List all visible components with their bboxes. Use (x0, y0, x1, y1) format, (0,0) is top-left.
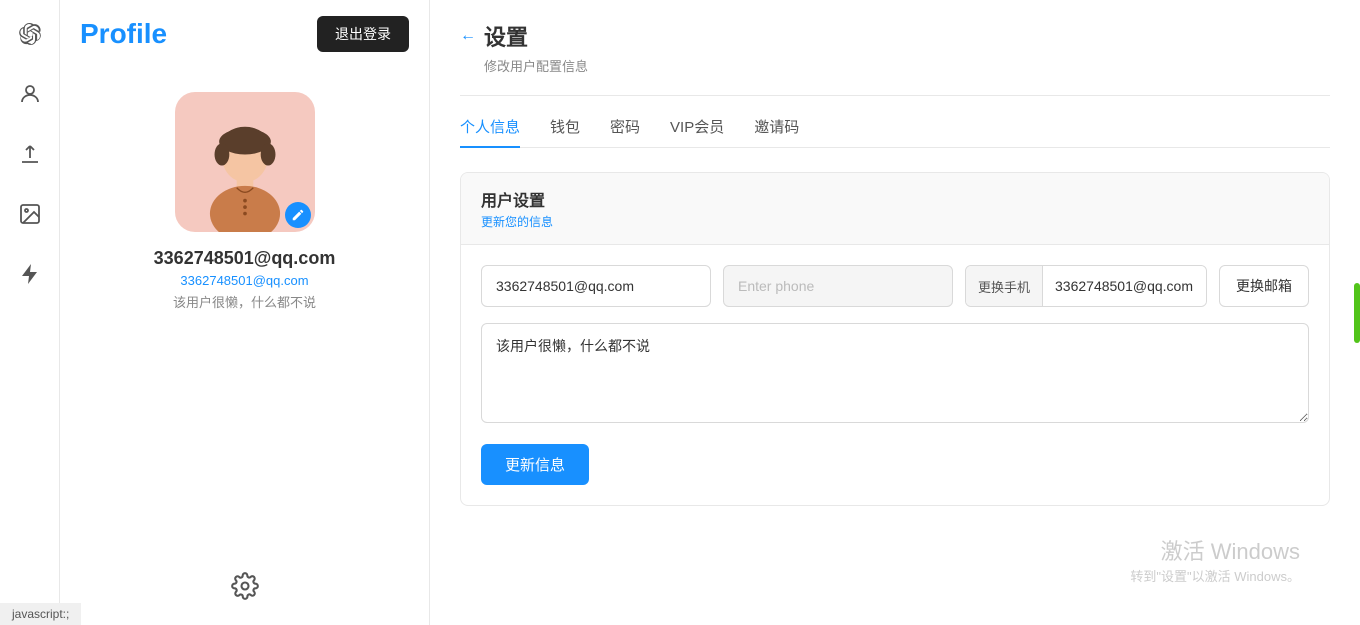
page-header: ← 设置 (460, 20, 1330, 52)
main-content: ← 设置 修改用户配置信息 个人信息 钱包 密码 VIP会员 邀请码 用户设置 … (430, 0, 1360, 625)
tab-invite-code[interactable]: 邀请码 (754, 116, 799, 147)
phone-group-label: 更换手机 (966, 266, 1043, 306)
openai-logo-icon[interactable] (12, 16, 48, 52)
fields-row-top: 更换手机 更换邮箱 (481, 265, 1309, 307)
header-divider (460, 95, 1330, 96)
scroll-indicator (1354, 283, 1360, 343)
tab-wallet[interactable]: 钱包 (550, 116, 580, 147)
sidebar-icons (0, 0, 60, 625)
user-email-sub: 3362748501@qq.com (180, 273, 308, 288)
lightning-icon[interactable] (12, 256, 48, 292)
settings-card-subtitle: 更新您的信息 (481, 213, 1309, 230)
tabs-bar: 个人信息 钱包 密码 VIP会员 邀请码 (460, 116, 1330, 148)
settings-gear-icon[interactable] (231, 572, 259, 605)
status-bar-text: javascript:; (12, 607, 69, 621)
person-icon[interactable] (12, 76, 48, 112)
phone-change-group: 更换手机 (965, 265, 1207, 307)
user-bio: 该用户很懒，什么都不说 (173, 292, 316, 311)
avatar-wrapper (175, 92, 315, 232)
status-bar: javascript:; (0, 603, 81, 625)
tab-password[interactable]: 密码 (610, 116, 640, 147)
left-panel-header: Profile 退出登录 (80, 0, 409, 72)
settings-card-title: 用户设置 (481, 187, 1309, 211)
phone-group-input[interactable] (1043, 266, 1207, 306)
change-email-button[interactable]: 更换邮箱 (1219, 265, 1309, 307)
tab-vip[interactable]: VIP会员 (670, 116, 724, 147)
settings-card-header: 用户设置 更新您的信息 (461, 173, 1329, 245)
logout-button[interactable]: 退出登录 (317, 16, 409, 52)
tab-personal-info[interactable]: 个人信息 (460, 116, 520, 147)
avatar-section: 3362748501@qq.com 3362748501@qq.com 该用户很… (80, 92, 409, 311)
phone-field[interactable] (723, 265, 953, 307)
image-icon[interactable] (12, 196, 48, 232)
page-subtitle: 修改用户配置信息 (460, 56, 1330, 75)
left-panel: Profile 退出登录 (60, 0, 430, 625)
back-arrow-icon[interactable]: ← (460, 27, 476, 45)
settings-card: 用户设置 更新您的信息 更换手机 更换邮箱 该用户很懒，什么都不说 更新信息 (460, 172, 1330, 506)
bio-textarea[interactable]: 该用户很懒，什么都不说 (481, 323, 1309, 423)
email-field[interactable] (481, 265, 711, 307)
avatar-edit-badge[interactable] (285, 202, 311, 228)
page-title: 设置 (484, 20, 528, 52)
profile-title: Profile (80, 18, 167, 50)
user-email-main: 3362748501@qq.com (154, 248, 336, 269)
update-info-button[interactable]: 更新信息 (481, 444, 589, 485)
avatar-person-svg (190, 112, 300, 232)
sidebar-bottom (80, 572, 409, 625)
settings-card-body: 更换手机 更换邮箱 该用户很懒，什么都不说 更新信息 (461, 245, 1329, 505)
upload-icon[interactable] (12, 136, 48, 172)
